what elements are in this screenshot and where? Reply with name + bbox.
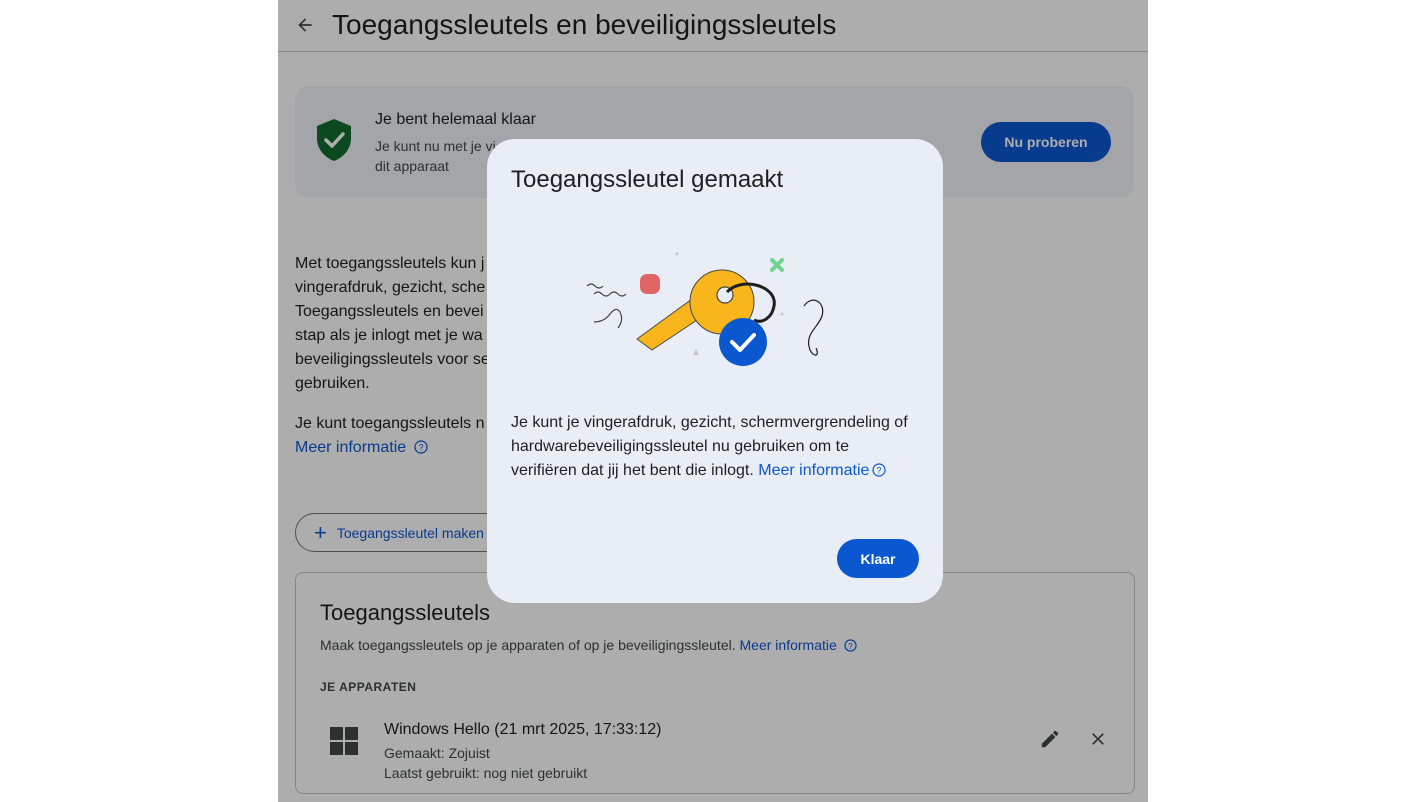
- dialog-title: Toegangssleutel gemaakt: [511, 166, 784, 193]
- dialog-body: Je kunt je vingerafdruk, gezicht, scherm…: [511, 411, 919, 483]
- page: Toegangssleutels en beveiligingssleutels…: [278, 0, 1148, 802]
- dialog-learn-more-link[interactable]: Meer informatie: [758, 462, 869, 479]
- svg-text:?: ?: [877, 466, 882, 476]
- key-illustration: [586, 252, 824, 366]
- passkey-created-dialog: Toegangssleutel gemaakt Je kunt je vinge…: [487, 139, 943, 603]
- done-button[interactable]: Klaar: [837, 539, 919, 578]
- help-icon: ?: [872, 463, 887, 477]
